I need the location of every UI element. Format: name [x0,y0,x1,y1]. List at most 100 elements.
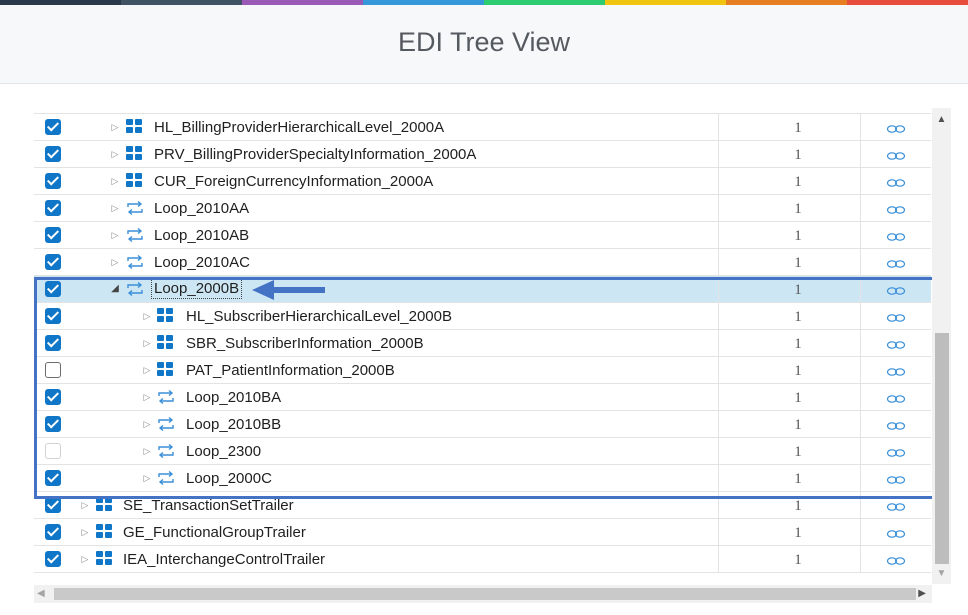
link-icon[interactable] [886,283,906,295]
tree-row[interactable]: ▷ Loop_2300 1 [34,438,931,465]
link-icon[interactable] [886,553,906,565]
column-divider [718,492,719,519]
tree-node-label[interactable]: HL_BillingProviderHierarchicalLevel_2000… [154,119,444,137]
tree-node-label[interactable]: Loop_2010BB [186,416,281,434]
tree-row[interactable]: ▷ Loop_2010BA 1 [34,384,931,411]
row-checkbox[interactable] [45,254,61,270]
expand-arrow-icon[interactable]: ▷ [79,526,91,538]
link-icon[interactable] [886,229,906,241]
row-checkbox[interactable] [45,470,61,486]
column-divider [860,438,861,465]
tree-row[interactable]: ▷ Loop_2010BB 1 [34,411,931,438]
tree-row[interactable]: ▷ CUR_ForeignCurrencyInformation_2000A 1 [34,168,931,195]
link-icon[interactable] [886,121,906,133]
link-icon[interactable] [886,472,906,484]
link-icon[interactable] [886,310,906,322]
link-icon[interactable] [886,175,906,187]
link-icon[interactable] [886,337,906,349]
occurrence-count: 1 [794,120,802,136]
vertical-scroll-thumb[interactable] [935,333,949,564]
row-checkbox[interactable] [45,173,61,189]
tree-row[interactable]: ▷ Loop_2010AB 1 [34,222,931,249]
expand-arrow-icon[interactable]: ▷ [141,364,153,376]
occurrence-count: 1 [794,525,802,541]
tree-node-label[interactable]: Loop_2000B [151,279,243,299]
link-icon[interactable] [886,256,906,268]
tree-row[interactable]: ▷ PRV_BillingProviderSpecialtyInformation… [34,141,931,168]
tree-node-label[interactable]: SE_TransactionSetTrailer [123,497,294,515]
tree-row[interactable]: ▷ PAT_PatientInformation_2000B 1 [34,357,931,384]
tree-node-label[interactable]: Loop_2010BA [186,389,281,407]
horizontal-scrollbar[interactable]: ◀ ▶ [34,585,932,603]
row-checkbox[interactable] [45,362,61,378]
expand-arrow-icon[interactable]: ▷ [109,256,121,268]
row-checkbox[interactable] [45,497,61,513]
row-checkbox[interactable] [45,551,61,567]
tree-node-label[interactable]: PRV_BillingProviderSpecialtyInformation_… [154,146,476,164]
tree-row[interactable]: ◢ Loop_2000B 1 [34,276,931,303]
link-icon[interactable] [886,526,906,538]
expand-arrow-icon[interactable]: ▷ [109,202,121,214]
row-checkbox[interactable] [45,308,61,324]
link-icon[interactable] [886,391,906,403]
expand-arrow-icon[interactable]: ▷ [141,337,153,349]
row-checkbox[interactable] [45,200,61,216]
tree-row[interactable]: ▷ Loop_2010AA 1 [34,195,931,222]
row-checkbox[interactable] [45,119,61,135]
column-divider [718,195,719,222]
tree-node-label[interactable]: SBR_SubscriberInformation_2000B [186,335,424,353]
expand-arrow-icon[interactable]: ▷ [141,472,153,484]
scroll-right-icon[interactable]: ▶ [914,587,926,601]
tree-row[interactable]: ▷ HL_SubscriberHierarchicalLevel_2000B 1 [34,303,931,330]
row-checkbox[interactable] [45,389,61,405]
vertical-scrollbar[interactable]: ▲ ▼ [932,108,951,584]
link-icon[interactable] [886,445,906,457]
row-checkbox[interactable] [45,335,61,351]
row-checkbox[interactable] [45,416,61,432]
tree-node-label[interactable]: Loop_2000C [186,470,272,488]
tree-node-label[interactable]: Loop_2010AA [154,200,249,218]
expand-arrow-icon[interactable]: ▷ [109,121,121,133]
expand-arrow-icon[interactable]: ▷ [109,148,121,160]
tree-node-label[interactable]: IEA_InterchangeControlTrailer [123,551,325,569]
tree-row[interactable]: ▷ IEA_InterchangeControlTrailer 1 [34,546,931,573]
expand-arrow-icon[interactable]: ▷ [141,445,153,457]
expand-arrow-icon[interactable]: ▷ [109,229,121,241]
tree-node-label[interactable]: CUR_ForeignCurrencyInformation_2000A [154,173,433,191]
tree-row[interactable]: ▷ SE_TransactionSetTrailer 1 [34,492,931,519]
tree-node-label[interactable]: Loop_2010AC [154,254,250,272]
row-checkbox[interactable] [45,524,61,540]
link-icon[interactable] [886,499,906,511]
expand-arrow-icon[interactable]: ▷ [141,310,153,322]
segment-icon [157,308,174,324]
column-divider [860,249,861,276]
expand-arrow-icon[interactable]: ▷ [141,418,153,430]
row-checkbox[interactable] [45,146,61,162]
link-icon[interactable] [886,418,906,430]
scroll-up-icon[interactable]: ▲ [932,114,951,126]
expand-arrow-icon[interactable]: ▷ [109,175,121,187]
horizontal-scroll-thumb[interactable] [54,588,916,600]
tree-node-label[interactable]: GE_FunctionalGroupTrailer [123,524,306,542]
link-icon[interactable] [886,148,906,160]
row-checkbox[interactable] [45,227,61,243]
expand-arrow-icon[interactable]: ▷ [141,391,153,403]
link-icon[interactable] [886,202,906,214]
tree-row[interactable]: ▷ Loop_2000C 1 [34,465,931,492]
tree-row[interactable]: ▷ HL_BillingProviderHierarchicalLevel_200… [34,114,931,141]
scroll-down-icon[interactable]: ▼ [932,568,951,580]
tree-row[interactable]: ▷ Loop_2010AC 1 [34,249,931,276]
collapse-arrow-icon[interactable]: ◢ [109,283,121,295]
tree-node-label[interactable]: HL_SubscriberHierarchicalLevel_2000B [186,308,452,326]
scroll-left-icon[interactable]: ◀ [37,587,49,601]
tree-node-label[interactable]: Loop_2300 [186,443,261,461]
row-checkbox[interactable] [45,281,61,297]
tree-row[interactable]: ▷ SBR_SubscriberInformation_2000B 1 [34,330,931,357]
link-icon[interactable] [886,364,906,376]
occurrence-count: 1 [794,147,802,163]
tree-node-label[interactable]: PAT_PatientInformation_2000B [186,362,395,380]
tree-node-label[interactable]: Loop_2010AB [154,227,249,245]
tree-row[interactable]: ▷ GE_FunctionalGroupTrailer 1 [34,519,931,546]
expand-arrow-icon[interactable]: ▷ [79,499,91,511]
expand-arrow-icon[interactable]: ▷ [79,553,91,565]
